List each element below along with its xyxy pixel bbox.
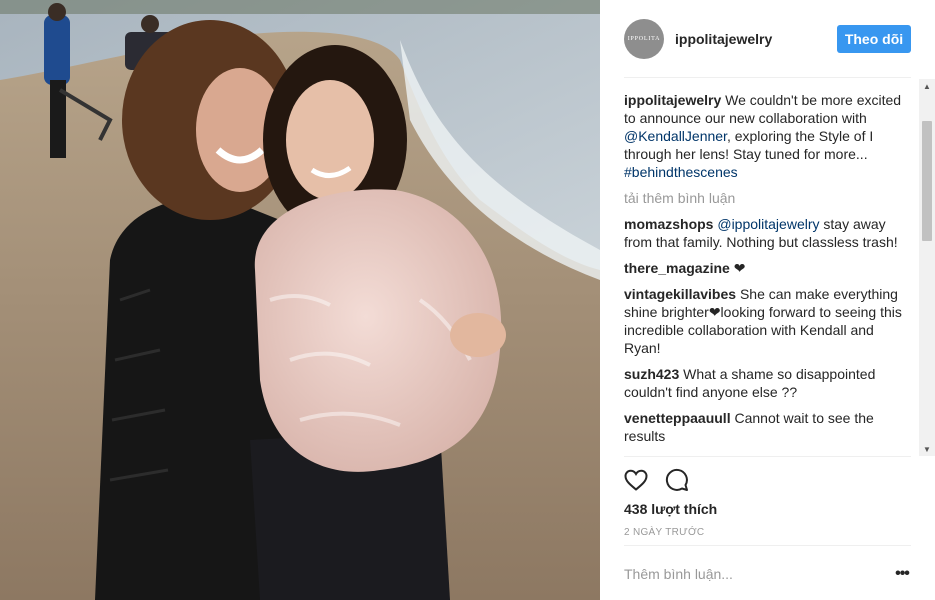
list-item: venetteppaauull Cannot wait to see the r… (624, 409, 911, 445)
post-timestamp: 2 NGÀY TRƯỚC (624, 527, 705, 538)
comment-mention[interactable]: @ippolitajewelry (717, 216, 819, 232)
caption-username[interactable]: ippolitajewelry (624, 92, 721, 108)
scrollbar-thumb[interactable] (922, 121, 932, 241)
ellipsis-icon: ••• (895, 565, 910, 582)
list-item: vintagekillavibes She can make everythin… (624, 285, 911, 357)
comment-button[interactable] (664, 467, 690, 493)
like-button[interactable] (623, 467, 649, 493)
post-image[interactable] (0, 0, 600, 600)
scroll-up-arrow-icon[interactable]: ▲ (919, 79, 935, 93)
header-username[interactable]: ippolitajewelry (675, 31, 772, 47)
list-item: there_magazine ❤ (624, 259, 911, 277)
comment-username[interactable]: there_magazine (624, 260, 730, 276)
avatar[interactable]: IPPOLITA (624, 19, 664, 59)
comment-username[interactable]: momazshops (624, 216, 713, 232)
speech-bubble-icon (665, 468, 688, 491)
more-options-button[interactable]: ••• (892, 565, 912, 583)
comment-username[interactable]: venetteppaauull (624, 410, 731, 426)
caption: ippolitajewelry We couldn't be more exci… (624, 91, 911, 181)
comment-username[interactable]: vintagekillavibes (624, 286, 736, 302)
post-actions: 438 lượt thích 2 NGÀY TRƯỚC (624, 456, 911, 546)
list-item: momazshops @ippolitajewelry stay away fr… (624, 215, 911, 251)
post-sidebar: IPPOLITA ippolitajewelry Theo dõi ippoli… (600, 0, 935, 600)
caption-mention[interactable]: @KendallJenner (624, 128, 727, 144)
scroll-down-arrow-icon[interactable]: ▼ (919, 442, 935, 456)
post-header: IPPOLITA ippolitajewelry Theo dõi (624, 0, 911, 78)
comments-scrollbar[interactable]: ▲ ▼ (919, 79, 935, 456)
load-more-comments[interactable]: tải thêm bình luận (624, 189, 911, 207)
add-comment-bar: ••• (624, 545, 911, 600)
heart-icon (624, 469, 648, 491)
likes-count[interactable]: 438 lượt thích (624, 501, 717, 517)
comment-username[interactable]: suzh423 (624, 366, 679, 382)
beach-photo (0, 0, 600, 600)
comment-text: ❤ (729, 260, 746, 276)
caption-hashtag[interactable]: #behindthescenes (624, 164, 738, 180)
comments-list: ippolitajewelry We couldn't be more exci… (624, 79, 911, 456)
list-item: suzh423 What a shame so disappointed cou… (624, 365, 911, 401)
avatar-logo-text: IPPOLITA (627, 36, 661, 42)
comment-input[interactable] (624, 560, 864, 588)
follow-button[interactable]: Theo dõi (837, 25, 911, 53)
